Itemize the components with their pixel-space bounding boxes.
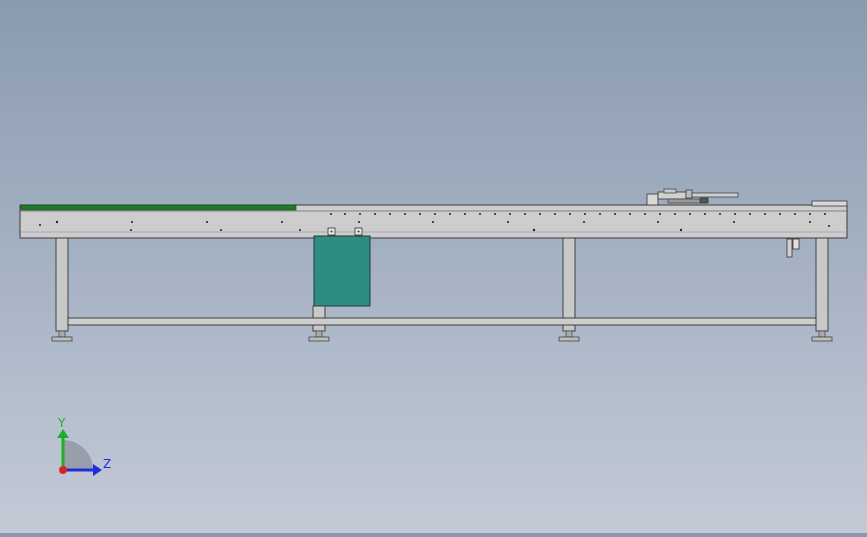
conveyor-frame[interactable]: [19, 200, 848, 239]
leg[interactable]: [51, 237, 73, 342]
cad-viewport[interactable]: Y Z: [0, 0, 867, 533]
side-bracket[interactable]: [786, 238, 800, 258]
x-axis-origin: [59, 466, 67, 474]
model-view[interactable]: Y Z: [0, 0, 867, 533]
axis-triad: Y Z: [57, 416, 111, 476]
z-axis-label: Z: [103, 457, 111, 471]
support-legs[interactable]: [51, 237, 833, 342]
y-axis-label: Y: [57, 416, 66, 430]
conveyor-belt[interactable]: [20, 204, 297, 211]
top-sensor-assembly[interactable]: [646, 188, 739, 206]
leg[interactable]: [558, 237, 580, 342]
triad-quarter-disc: [63, 440, 93, 470]
leg[interactable]: [811, 237, 833, 342]
control-box[interactable]: [313, 227, 371, 307]
lower-crossbar[interactable]: [67, 317, 817, 326]
